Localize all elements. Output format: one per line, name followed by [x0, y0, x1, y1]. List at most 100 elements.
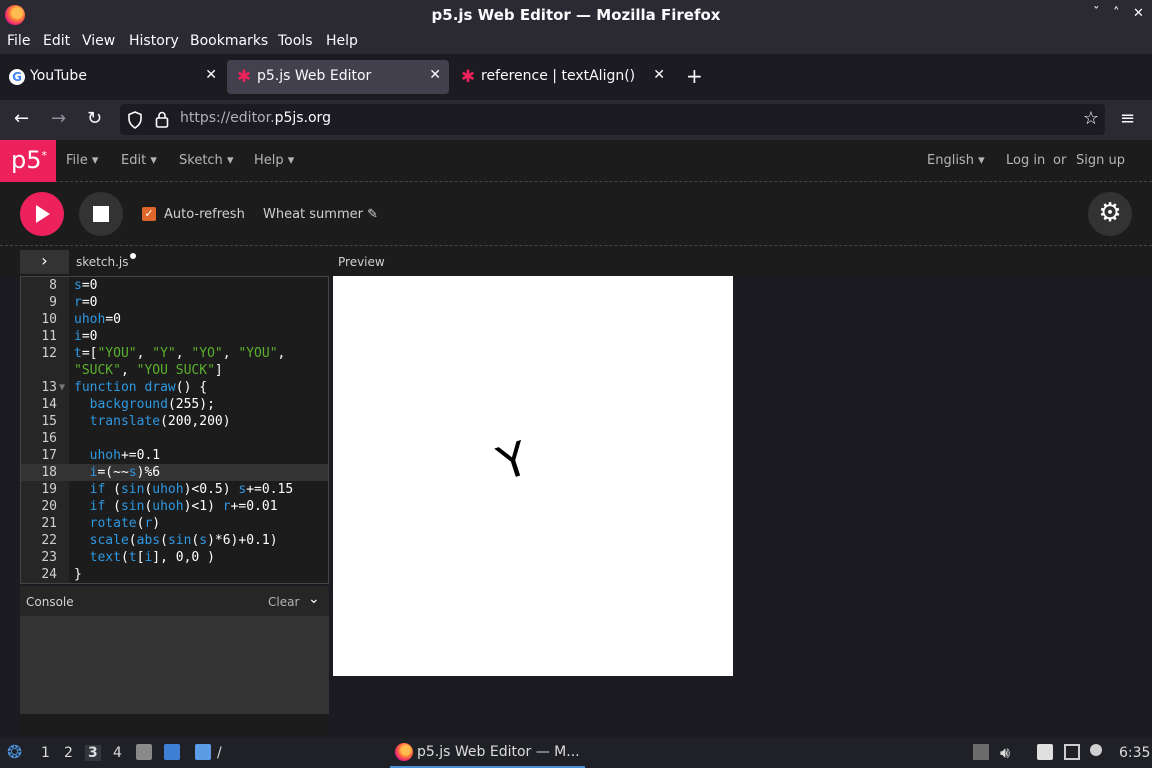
- console-label: Console: [26, 595, 74, 609]
- folder-icon[interactable]: [195, 744, 211, 760]
- console-clear-button[interactable]: Clear: [268, 595, 299, 609]
- tab-label: YouTube: [30, 68, 87, 84]
- close-tab-icon[interactable]: ✕: [653, 67, 665, 83]
- stop-icon: [93, 206, 109, 222]
- settings-button[interactable]: ⚙: [1088, 192, 1132, 236]
- close-window-icon[interactable]: ✕: [1133, 6, 1144, 21]
- bookmark-star-icon[interactable]: ☆: [1083, 108, 1099, 129]
- tab-reference[interactable]: ✱ reference | textAlign() ✕: [451, 60, 673, 94]
- code-line-current[interactable]: 18 i=(~~s)%6: [21, 464, 328, 481]
- google-icon: G: [9, 69, 25, 85]
- editor-footer: [20, 714, 329, 736]
- window-titlebar: p5.js Web Editor — Mozilla Firefox ˇ ˄ ✕: [0, 0, 1152, 30]
- p5-logo[interactable]: p5*: [0, 140, 56, 182]
- trash-icon[interactable]: [973, 744, 989, 760]
- code-line[interactable]: 14 background(255);: [21, 396, 328, 413]
- code-line[interactable]: 20 if (sin(uhoh)<1) r+=0.01: [21, 498, 328, 515]
- workspace-1[interactable]: 1: [41, 745, 50, 761]
- new-tab-icon[interactable]: +: [686, 64, 703, 88]
- expand-sidebar-button[interactable]: ›: [20, 250, 69, 274]
- taskbar-window-firefox[interactable]: p5.js Web Editor — M...: [390, 738, 585, 768]
- stop-button[interactable]: [79, 192, 123, 236]
- login-link[interactable]: Log in: [1006, 153, 1045, 168]
- p5-menu-file[interactable]: File ▾: [66, 153, 98, 168]
- navigation-bar: ← → ↻ https://editor.p5js.org ☆ ≡: [0, 100, 1152, 140]
- preview-canvas[interactable]: Y: [333, 276, 733, 676]
- code-line[interactable]: 21 rotate(r): [21, 515, 328, 532]
- console-header: Console Clear ⌄: [20, 586, 329, 616]
- minimize-icon[interactable]: ˇ: [1093, 6, 1100, 21]
- code-line[interactable]: 9 r=0: [21, 294, 328, 311]
- clock: 6:35: [1119, 745, 1151, 761]
- preview-text: Y: [491, 430, 535, 492]
- code-line[interactable]: 23 text(t[i], 0,0 ): [21, 549, 328, 566]
- url-text: https://editor.p5js.org: [180, 110, 331, 126]
- pencil-icon: ✎: [367, 207, 379, 222]
- menu-help[interactable]: Help: [326, 33, 358, 49]
- code-editor[interactable]: 8 s=0 9 r=0 10 uhoh=0 11 i=0 12 t=["YOU", "Y"…: [20, 276, 329, 584]
- workspace-4[interactable]: 4: [113, 745, 122, 761]
- address-bar[interactable]: https://editor.p5js.org ☆: [120, 104, 1105, 135]
- desktop-icon[interactable]: [164, 744, 180, 760]
- maximize-icon[interactable]: ˄: [1113, 6, 1120, 21]
- fold-arrow-icon[interactable]: ▼: [59, 379, 65, 396]
- code-line[interactable]: 13 ▼ function draw() {: [21, 379, 328, 396]
- chevron-down-icon[interactable]: ⌄: [308, 591, 320, 607]
- menu-edit[interactable]: Edit: [43, 33, 70, 49]
- network-icon[interactable]: [1064, 744, 1080, 760]
- signup-link[interactable]: Sign up: [1076, 153, 1125, 168]
- shield-icon[interactable]: [127, 111, 143, 129]
- p5-menu-sketch[interactable]: Sketch ▾: [179, 153, 233, 168]
- p5-menu-help[interactable]: Help ▾: [254, 153, 294, 168]
- file-tab[interactable]: sketch.js: [76, 253, 137, 269]
- workspace-2[interactable]: 2: [64, 745, 73, 761]
- p5-star-icon: ✱: [460, 67, 476, 87]
- lock-icon[interactable]: [155, 111, 169, 128]
- code-line[interactable]: 16: [21, 430, 328, 447]
- play-icon: [36, 205, 50, 223]
- auto-refresh-checkbox[interactable]: ✓: [142, 207, 156, 221]
- tab-label: p5.js Web Editor: [257, 68, 372, 84]
- tab-youtube[interactable]: G YouTube ✕: [0, 60, 225, 94]
- workspace-3[interactable]: 3: [85, 745, 101, 761]
- unsaved-dot-icon: [130, 253, 137, 259]
- code-line[interactable]: "SUCK", "YOU SUCK"]: [21, 362, 328, 379]
- tab-bar: G YouTube ✕ ✱ p5.js Web Editor ✕ ✱ refer…: [0, 54, 1152, 100]
- code-line[interactable]: 24}: [21, 566, 328, 583]
- menu-tools[interactable]: Tools: [278, 33, 313, 49]
- code-line[interactable]: 12 t=["YOU", "Y", "YO", "YOU",: [21, 345, 328, 362]
- notification-icon[interactable]: [1090, 744, 1102, 756]
- code-line[interactable]: 10 uhoh=0: [21, 311, 328, 328]
- forward-icon[interactable]: →: [51, 108, 66, 129]
- reload-icon[interactable]: ↻: [87, 108, 102, 129]
- tab-p5-editor[interactable]: ✱ p5.js Web Editor ✕: [227, 60, 449, 94]
- code-line[interactable]: 15 translate(200,200): [21, 413, 328, 430]
- menu-view[interactable]: View: [82, 33, 115, 49]
- close-tab-icon[interactable]: ✕: [205, 67, 217, 83]
- close-tab-icon[interactable]: ✕: [429, 67, 441, 83]
- file-manager-icon[interactable]: [136, 744, 152, 760]
- tab-label: reference | textAlign(): [481, 68, 636, 84]
- code-line[interactable]: 11 i=0: [21, 328, 328, 345]
- sketch-name[interactable]: Wheat summer ✎: [263, 207, 378, 222]
- play-button[interactable]: [20, 192, 64, 236]
- back-icon[interactable]: ←: [14, 108, 29, 129]
- p5-menu-edit[interactable]: Edit ▾: [121, 153, 157, 168]
- code-line[interactable]: 17 uhoh+=0.1: [21, 447, 328, 464]
- start-menu-icon[interactable]: ❂: [7, 742, 22, 763]
- menu-history[interactable]: History: [129, 33, 179, 49]
- p5-star-icon: ✱: [236, 67, 252, 87]
- code-line[interactable]: 19 if (sin(uhoh)<0.5) s+=0.15: [21, 481, 328, 498]
- volume-icon[interactable]: 🔊︎: [1000, 743, 1010, 763]
- or-text: or: [1053, 153, 1067, 168]
- preview-label: Preview: [338, 255, 385, 269]
- menu-bookmarks[interactable]: Bookmarks: [190, 33, 268, 49]
- code-line[interactable]: 22 scale(abs(sin(s)*6)+0.1): [21, 532, 328, 549]
- sketch-toolbar: ✓ Auto-refresh Wheat summer ✎ ⚙: [0, 182, 1152, 246]
- clipboard-icon[interactable]: [1037, 744, 1053, 760]
- language-select[interactable]: English ▾: [927, 153, 985, 168]
- hamburger-menu-icon[interactable]: ≡: [1120, 108, 1135, 129]
- code-line[interactable]: 8 s=0: [21, 277, 328, 294]
- gear-icon: ⚙: [1098, 198, 1122, 228]
- menu-file[interactable]: File: [7, 33, 30, 49]
